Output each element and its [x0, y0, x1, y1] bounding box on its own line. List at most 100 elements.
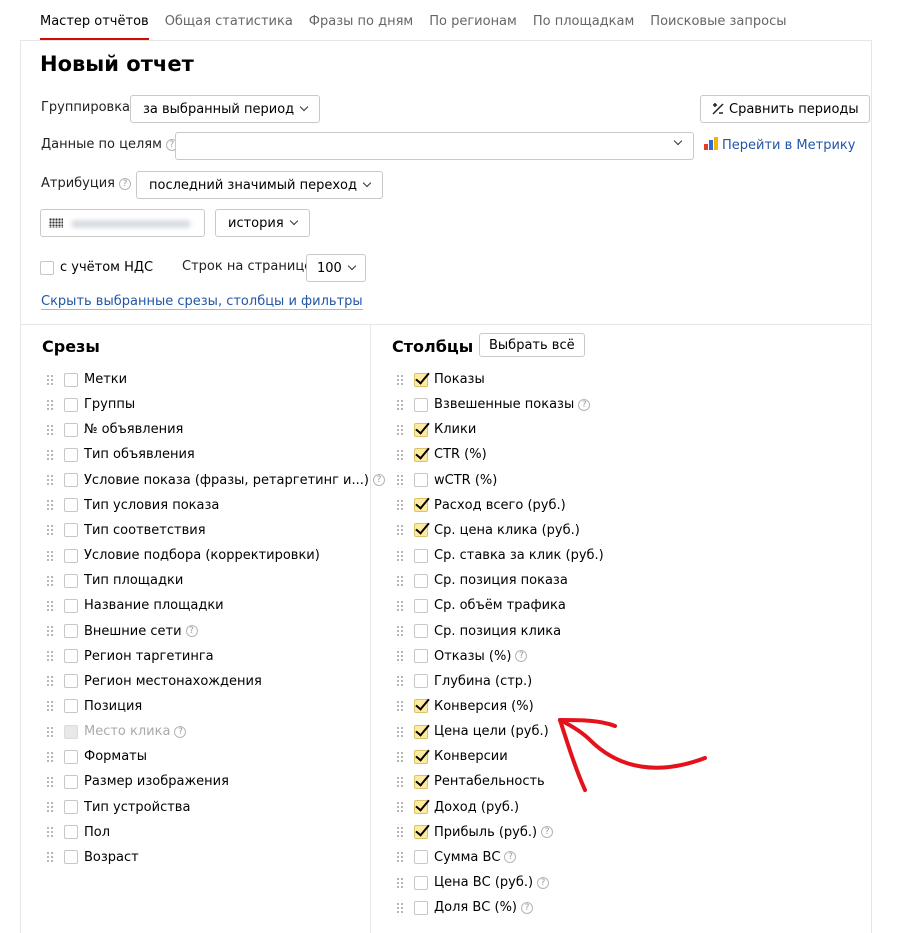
checkbox[interactable] [64, 774, 78, 789]
list-item[interactable]: Сумма ВС? [396, 845, 517, 870]
checkbox[interactable] [64, 598, 78, 613]
drag-handle-icon[interactable] [46, 750, 54, 763]
drag-handle-icon[interactable] [46, 373, 54, 386]
drag-handle-icon[interactable] [396, 599, 404, 612]
list-item[interactable]: Рентабельность [396, 769, 545, 794]
drag-handle-icon[interactable] [396, 725, 404, 738]
checkbox[interactable] [64, 649, 78, 664]
checkbox[interactable] [64, 850, 78, 865]
drag-handle-icon[interactable] [46, 851, 54, 864]
drag-handle-icon[interactable] [396, 574, 404, 587]
vat-checkbox-row[interactable]: с учётом НДС [40, 255, 153, 280]
checkbox[interactable] [414, 674, 428, 689]
drag-handle-icon[interactable] [46, 801, 54, 814]
list-item[interactable]: Тип площадки [46, 568, 183, 593]
list-item[interactable]: Регион таргетинга [46, 644, 214, 669]
drag-handle-icon[interactable] [46, 599, 54, 612]
list-item[interactable]: Тип объявления [46, 442, 195, 467]
drag-handle-icon[interactable] [396, 851, 404, 864]
tab-search-queries[interactable]: Поисковые запросы [650, 0, 786, 40]
checkbox[interactable] [414, 749, 428, 764]
drag-handle-icon[interactable] [396, 750, 404, 763]
help-icon[interactable]: ? [185, 625, 198, 637]
list-item[interactable]: № объявления [46, 417, 183, 442]
drag-handle-icon[interactable] [46, 549, 54, 562]
list-item[interactable]: Форматы [46, 744, 147, 769]
help-icon[interactable]: ? [174, 725, 187, 738]
drag-handle-icon[interactable] [46, 700, 54, 713]
checkbox[interactable] [64, 473, 78, 488]
checkbox[interactable] [414, 397, 428, 412]
tab-phrases-by-day[interactable]: Фразы по дням [309, 0, 413, 40]
list-item[interactable]: Тип соответствия [46, 518, 206, 543]
list-item[interactable]: Расход всего (руб.) [396, 493, 566, 518]
list-item[interactable]: Внешние сети? [46, 619, 198, 644]
list-item[interactable]: Конверсии [396, 744, 508, 769]
history-dropdown[interactable]: история [215, 209, 310, 237]
drag-handle-icon[interactable] [46, 650, 54, 663]
drag-handle-icon[interactable] [396, 826, 404, 839]
drag-handle-icon[interactable] [46, 675, 54, 688]
list-item[interactable]: Тип условия показа [46, 493, 219, 518]
checkbox[interactable] [414, 447, 428, 462]
checkbox[interactable] [414, 498, 428, 513]
goals-select[interactable] [175, 132, 694, 160]
list-item[interactable]: Название площадки [46, 593, 224, 618]
list-item[interactable]: Показы [396, 367, 485, 392]
list-item[interactable]: Ср. ставка за клик (руб.) [396, 543, 604, 568]
list-item[interactable]: Цена ВС (руб.)? [396, 870, 550, 895]
list-item[interactable]: Прибыль (руб.)? [396, 820, 554, 845]
drag-handle-icon[interactable] [396, 876, 404, 889]
list-item[interactable]: Условие подбора (корректировки) [46, 543, 320, 568]
list-item[interactable]: Глубина (стр.) [396, 669, 532, 694]
checkbox[interactable] [414, 422, 428, 437]
checkbox[interactable] [64, 624, 78, 638]
checkbox[interactable] [64, 825, 78, 840]
select-all-button[interactable]: Выбрать всё [479, 333, 585, 357]
list-item[interactable]: Ср. позиция показа [396, 568, 568, 593]
drag-handle-icon[interactable] [46, 499, 54, 512]
help-icon[interactable]: ? [578, 398, 591, 411]
tab-by-platforms[interactable]: По площадкам [533, 0, 634, 40]
checkbox[interactable] [414, 699, 428, 714]
list-item[interactable]: Ср. цена клика (руб.) [396, 518, 580, 543]
metrika-link[interactable]: Перейти в Метрику [704, 137, 855, 153]
drag-handle-icon[interactable] [46, 474, 54, 487]
list-item[interactable]: Ср. позиция клика [396, 619, 561, 644]
list-item[interactable]: CTR (%) [396, 442, 487, 467]
list-item[interactable]: Взвешенные показы? [396, 392, 591, 417]
drag-handle-icon[interactable] [46, 524, 54, 537]
vat-checkbox[interactable] [40, 260, 54, 275]
hide-selected-link[interactable]: Скрыть выбранные срезы, столбцы и фильтр… [41, 294, 363, 310]
checkbox[interactable] [414, 523, 428, 538]
help-icon[interactable]: ? [515, 650, 528, 663]
checkbox[interactable] [64, 749, 78, 764]
checkbox[interactable] [414, 573, 428, 588]
drag-handle-icon[interactable] [46, 574, 54, 587]
drag-handle-icon[interactable] [46, 725, 54, 738]
checkbox[interactable] [414, 774, 428, 789]
checkbox[interactable] [414, 649, 428, 664]
checkbox[interactable] [414, 900, 428, 915]
list-item[interactable]: Доля ВС (%)? [396, 895, 533, 920]
list-item[interactable]: Возраст [46, 845, 139, 870]
help-icon[interactable]: ? [521, 901, 533, 914]
grouping-dropdown[interactable]: за выбранный период [130, 95, 321, 123]
checkbox[interactable] [64, 523, 78, 538]
checkbox[interactable] [64, 800, 78, 815]
checkbox[interactable] [414, 624, 428, 638]
tab-report-wizard[interactable]: Мастер отчётов [40, 0, 149, 40]
list-item[interactable]: wCTR (%) [396, 468, 497, 493]
checkbox[interactable] [414, 473, 428, 488]
drag-handle-icon[interactable] [46, 625, 54, 637]
drag-handle-icon[interactable] [396, 700, 404, 713]
checkbox[interactable] [64, 372, 78, 387]
list-item[interactable]: Метки [46, 367, 127, 392]
list-item[interactable]: Место клика? [46, 719, 187, 744]
list-item[interactable]: Пол [46, 820, 110, 845]
checkbox[interactable] [64, 397, 78, 412]
list-item[interactable]: Отказы (%)? [396, 644, 528, 669]
checkbox[interactable] [414, 800, 428, 815]
list-item[interactable]: Клики [396, 417, 476, 442]
drag-handle-icon[interactable] [396, 373, 404, 386]
